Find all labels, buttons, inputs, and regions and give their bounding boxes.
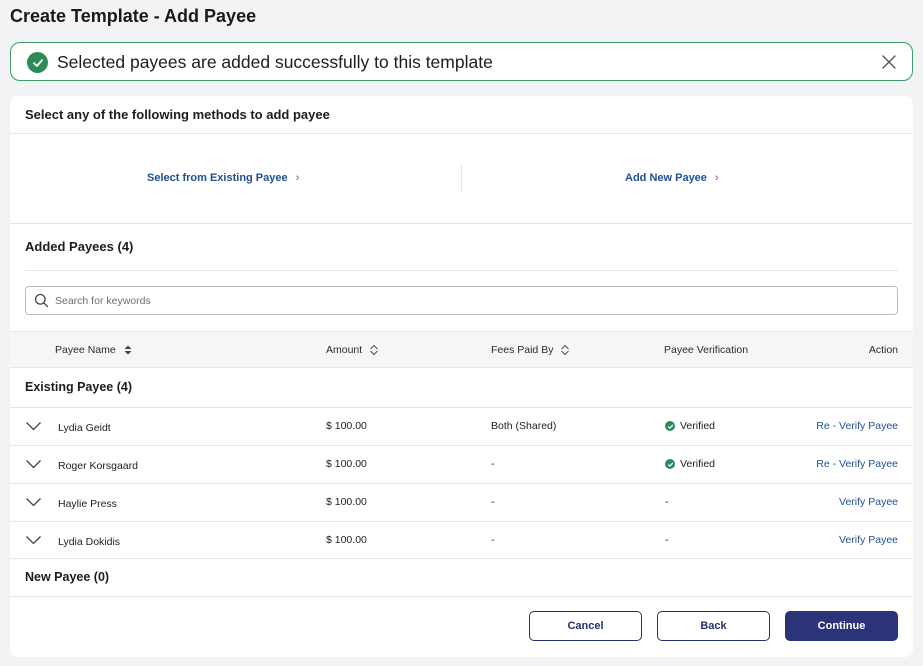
sort-icon (124, 345, 132, 355)
column-label: Payee Verification (664, 344, 749, 356)
column-header-amount[interactable]: Amount (326, 344, 379, 356)
column-header-fees-paid-by[interactable]: Fees Paid By (491, 344, 570, 356)
amount: $ 100.00 (326, 496, 367, 508)
fees-paid-by: Both (Shared) (491, 420, 557, 432)
verification-label: Verified (680, 420, 716, 432)
column-header-payee-verification: Payee Verification (664, 344, 748, 356)
search-icon (34, 293, 49, 308)
search-box (25, 286, 898, 315)
toast-message: Selected payees are added successfully t… (57, 52, 493, 72)
column-label: Amount (326, 344, 363, 356)
divider (10, 558, 913, 559)
verification-status: - (665, 496, 669, 508)
divider (10, 596, 913, 597)
close-icon[interactable] (880, 53, 898, 71)
verified-check-icon (665, 459, 675, 469)
verification-status: Verified (665, 420, 715, 432)
amount: $ 100.00 (326, 458, 367, 470)
sort-icon (370, 344, 379, 356)
search-input[interactable] (55, 291, 875, 310)
amount: $ 100.00 (326, 534, 367, 546)
table-row: Haylie Press $ 100.00 - - Verify Payee (10, 483, 913, 521)
sort-icon (561, 344, 570, 356)
chevron-down-icon[interactable] (25, 459, 42, 469)
column-header-payee-name[interactable]: Payee Name (55, 344, 133, 356)
add-new-payee-label: Add New Payee (625, 172, 707, 184)
chevron-right-icon: › (714, 172, 719, 184)
select-existing-payee-link[interactable]: Select from Existing Payee › (147, 172, 299, 184)
add-new-payee-link[interactable]: Add New Payee › (625, 172, 719, 184)
added-payees-title: Added Payees (4) (25, 239, 134, 254)
vertical-divider (461, 165, 462, 193)
column-label: Fees Paid By (491, 344, 554, 356)
table-row: Roger Korsgaard $ 100.00 - Verified Re -… (10, 445, 913, 483)
fees-paid-by: - (491, 496, 495, 508)
column-label: Payee Name (55, 344, 116, 356)
verified-check-icon (665, 421, 675, 431)
payee-name: Lydia Geidt (58, 422, 111, 434)
existing-payee-group-title: Existing Payee (4) (25, 380, 132, 394)
success-toast: Selected payees are added successfully t… (10, 42, 913, 81)
divider (10, 223, 913, 224)
amount: $ 100.00 (326, 420, 367, 432)
chevron-down-icon[interactable] (25, 421, 42, 431)
reverify-payee-link[interactable]: Re - Verify Payee (816, 458, 898, 470)
methods-title: Select any of the following methods to a… (25, 107, 330, 122)
column-label: Action (868, 344, 898, 356)
verify-payee-link[interactable]: Verify Payee (839, 496, 898, 508)
verification-label: Verified (680, 458, 716, 470)
chevron-right-icon: › (295, 172, 300, 184)
divider (10, 133, 913, 134)
payee-name: Haylie Press (58, 498, 117, 510)
cancel-button[interactable]: Cancel (529, 611, 642, 641)
verify-payee-link[interactable]: Verify Payee (839, 534, 898, 546)
reverify-payee-link[interactable]: Re - Verify Payee (816, 420, 898, 432)
fees-paid-by: - (491, 458, 495, 470)
table-row: Lydia Geidt $ 100.00 Both (Shared) Verif… (10, 407, 913, 445)
column-header-action: Action (869, 344, 898, 356)
table-header: Payee Name Amount Fees Paid By Payee Ver… (10, 331, 913, 368)
divider (25, 270, 898, 271)
page-title: Create Template - Add Payee (10, 6, 257, 26)
chevron-down-icon[interactable] (25, 535, 42, 545)
verification-status: - (665, 534, 669, 546)
back-button[interactable]: Back (657, 611, 770, 641)
new-payee-group-title: New Payee (0) (25, 570, 110, 584)
table-row: Lydia Dokidis $ 100.00 - - Verify Payee (10, 521, 913, 559)
continue-button[interactable]: Continue (785, 611, 898, 641)
payee-name: Lydia Dokidis (58, 536, 121, 548)
chevron-down-icon[interactable] (25, 497, 42, 507)
verification-status: Verified (665, 458, 715, 470)
select-existing-payee-label: Select from Existing Payee (147, 172, 288, 184)
check-circle-icon (27, 52, 48, 73)
add-payee-card: Select any of the following methods to a… (10, 96, 913, 657)
payee-name: Roger Korsgaard (58, 460, 138, 472)
fees-paid-by: - (491, 534, 495, 546)
